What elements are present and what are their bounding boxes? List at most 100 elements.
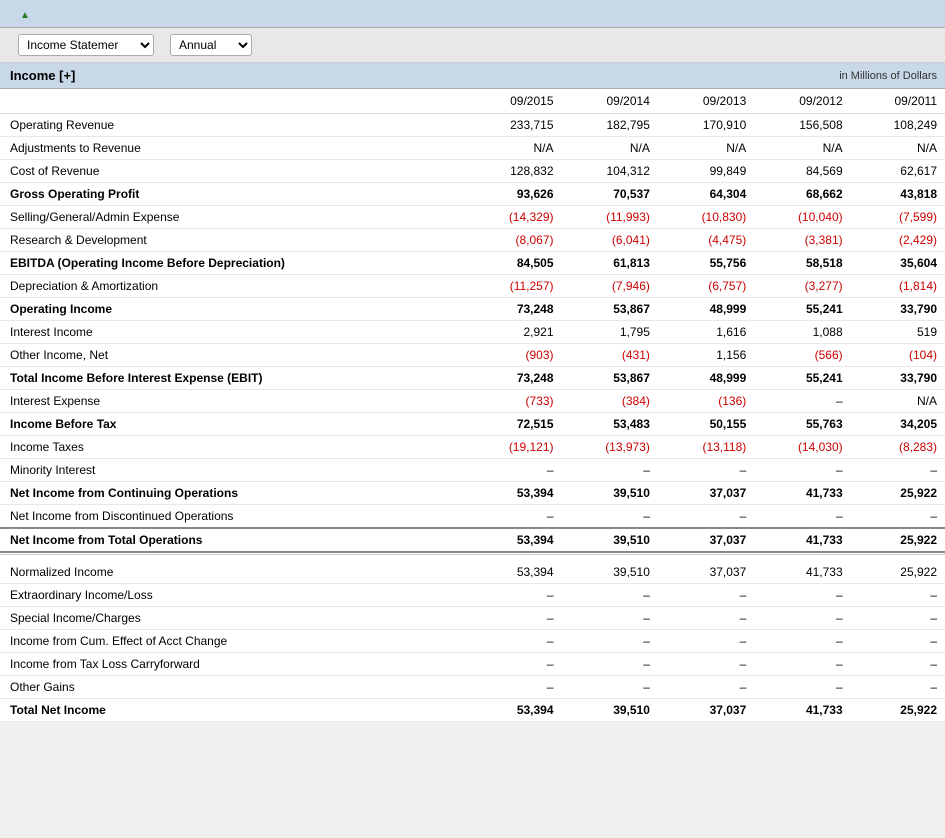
row-value: (8,067) <box>465 229 561 252</box>
row-value: 37,037 <box>658 482 754 505</box>
table-row: Normalized Income53,39439,51037,03741,73… <box>0 554 945 583</box>
table-row: Income from Tax Loss Carryforward––––– <box>0 652 945 675</box>
row-label: Total Income Before Interest Expense (EB… <box>0 367 465 390</box>
row-value: – <box>658 459 754 482</box>
table-row: Selling/General/Admin Expense(14,329)(11… <box>0 206 945 229</box>
row-value: – <box>754 505 850 529</box>
row-value: (10,040) <box>754 206 850 229</box>
table-row: Special Income/Charges––––– <box>0 606 945 629</box>
row-value: – <box>851 629 945 652</box>
row-label: Special Income/Charges <box>0 606 465 629</box>
row-value: (4,475) <box>658 229 754 252</box>
row-value: – <box>658 505 754 529</box>
table-row: Income Taxes(19,121)(13,973)(13,118)(14,… <box>0 436 945 459</box>
row-value: – <box>562 459 658 482</box>
row-label: Research & Development <box>0 229 465 252</box>
row-value: 25,922 <box>851 554 945 583</box>
row-value: – <box>851 652 945 675</box>
row-label: Net Income from Total Operations <box>0 528 465 552</box>
table-row: Operating Income73,24853,86748,99955,241… <box>0 298 945 321</box>
row-label: Other Gains <box>0 675 465 698</box>
income-table: Income [+] in Millions of Dollars 09/201… <box>0 63 945 722</box>
row-label: Depreciation & Amortization <box>0 275 465 298</box>
row-value: – <box>754 583 850 606</box>
row-value: 1,795 <box>562 321 658 344</box>
row-value: (13,973) <box>562 436 658 459</box>
section-title: Income [+] <box>0 63 658 89</box>
row-value: 128,832 <box>465 160 561 183</box>
row-value: – <box>754 459 850 482</box>
row-value: – <box>562 606 658 629</box>
row-label: Gross Operating Profit <box>0 183 465 206</box>
row-value: – <box>851 583 945 606</box>
table-row: Interest Expense(733)(384)(136)–N/A <box>0 390 945 413</box>
row-value: (136) <box>658 390 754 413</box>
col-label-header <box>0 89 465 114</box>
row-value: 70,537 <box>562 183 658 206</box>
row-value: (384) <box>562 390 658 413</box>
row-value: 1,616 <box>658 321 754 344</box>
row-value: – <box>465 606 561 629</box>
row-label: Interest Expense <box>0 390 465 413</box>
row-value: 39,510 <box>562 482 658 505</box>
row-value: 41,733 <box>754 528 850 552</box>
col-header-09/2015: 09/2015 <box>465 89 561 114</box>
row-value: (7,946) <box>562 275 658 298</box>
row-label: Income Taxes <box>0 436 465 459</box>
row-value: 61,813 <box>562 252 658 275</box>
row-value: (19,121) <box>465 436 561 459</box>
row-label: Other Income, Net <box>0 344 465 367</box>
row-value: 62,617 <box>851 160 945 183</box>
row-value: – <box>754 675 850 698</box>
row-value: (14,030) <box>754 436 850 459</box>
row-value: – <box>562 675 658 698</box>
statement-select[interactable]: Income Statemer <box>18 34 154 56</box>
row-value: – <box>658 629 754 652</box>
table-row: EBITDA (Operating Income Before Deprecia… <box>0 252 945 275</box>
table-row: Operating Revenue233,715182,795170,91015… <box>0 114 945 137</box>
table-row: Research & Development(8,067)(6,041)(4,4… <box>0 229 945 252</box>
row-label: Interest Income <box>0 321 465 344</box>
table-row: Income Before Tax72,51553,48350,15555,76… <box>0 413 945 436</box>
table-row: Net Income from Continuing Operations53,… <box>0 482 945 505</box>
row-value: 108,249 <box>851 114 945 137</box>
row-value: (11,257) <box>465 275 561 298</box>
row-label: Income from Cum. Effect of Acct Change <box>0 629 465 652</box>
row-value: 58,518 <box>754 252 850 275</box>
row-value: 53,867 <box>562 367 658 390</box>
row-value: N/A <box>658 137 754 160</box>
row-value: 1,088 <box>754 321 850 344</box>
row-value: – <box>851 505 945 529</box>
row-label: Cost of Revenue <box>0 160 465 183</box>
row-value: 170,910 <box>658 114 754 137</box>
row-value: 53,394 <box>465 482 561 505</box>
row-value: 53,483 <box>562 413 658 436</box>
row-value: – <box>465 652 561 675</box>
row-value: 1,156 <box>658 344 754 367</box>
row-value: (2,429) <box>851 229 945 252</box>
table-row: Adjustments to RevenueN/AN/AN/AN/AN/A <box>0 137 945 160</box>
row-value: (14,329) <box>465 206 561 229</box>
row-value: 39,510 <box>562 554 658 583</box>
table-row: Net Income from Total Operations53,39439… <box>0 528 945 552</box>
row-value: 25,922 <box>851 528 945 552</box>
row-value: – <box>851 675 945 698</box>
row-label: Extraordinary Income/Loss <box>0 583 465 606</box>
table-row: Total Net Income53,39439,51037,03741,733… <box>0 698 945 721</box>
row-value: – <box>465 675 561 698</box>
row-value: 182,795 <box>562 114 658 137</box>
row-value: (13,118) <box>658 436 754 459</box>
col-header-09/2012: 09/2012 <box>754 89 850 114</box>
row-value: 53,867 <box>562 298 658 321</box>
row-label: Net Income from Continuing Operations <box>0 482 465 505</box>
row-value: (104) <box>851 344 945 367</box>
row-value: 48,999 <box>658 367 754 390</box>
row-value: (11,993) <box>562 206 658 229</box>
column-header-row: 09/201509/201409/201309/201209/2011 <box>0 89 945 114</box>
row-value: 72,515 <box>465 413 561 436</box>
row-value: 43,818 <box>851 183 945 206</box>
view-select[interactable]: Annual <box>170 34 252 56</box>
row-value: (431) <box>562 344 658 367</box>
row-label: Minority Interest <box>0 459 465 482</box>
row-label: Selling/General/Admin Expense <box>0 206 465 229</box>
